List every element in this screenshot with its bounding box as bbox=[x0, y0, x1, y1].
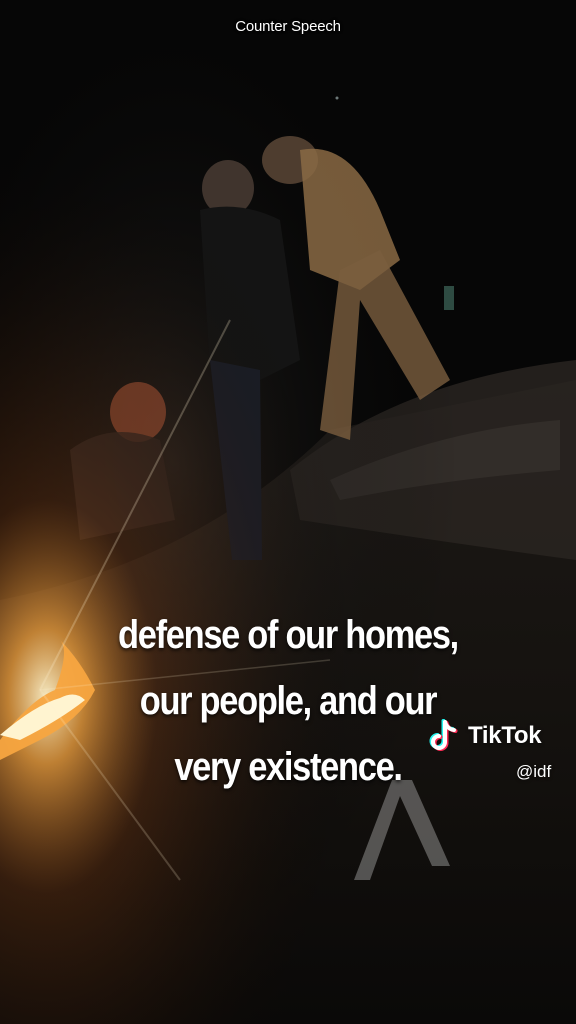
night-video-frame bbox=[0, 0, 576, 1024]
tiktok-handle-label: @idf bbox=[516, 762, 552, 781]
caption: defense of our homes, our people, and ou… bbox=[75, 602, 502, 800]
caption-line-1: defense of our homes, bbox=[118, 613, 459, 657]
tiktok-logo-icon bbox=[429, 719, 458, 751]
tiktok-brand-label: TikTok bbox=[468, 722, 542, 749]
tiktok-watermark: TikTok bbox=[424, 716, 542, 756]
header-label: Counter Speech bbox=[235, 18, 341, 35]
